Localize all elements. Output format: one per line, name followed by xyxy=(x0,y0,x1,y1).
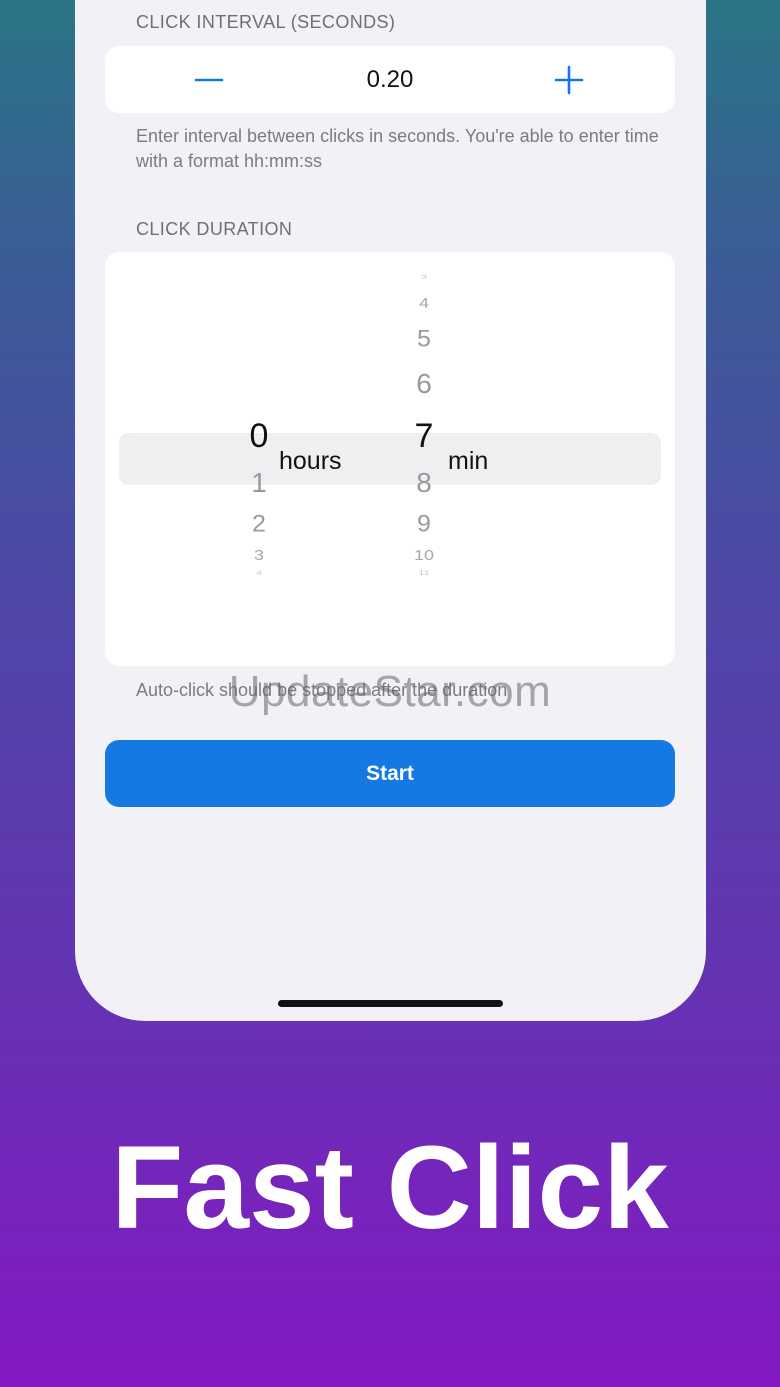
hours-option-1[interactable]: 1 xyxy=(251,469,267,497)
minutes-option-3[interactable]: 3 xyxy=(421,274,427,280)
hours-option-0[interactable]: 0 xyxy=(250,419,269,453)
click-duration-label: CLICK DURATION xyxy=(136,219,293,239)
hours-unit-label: hours xyxy=(279,447,342,475)
hours-option-2[interactable]: 2 xyxy=(252,512,266,537)
minutes-option-10[interactable]: 10 xyxy=(414,548,434,562)
plus-icon xyxy=(554,65,584,94)
minutes-option-7[interactable]: 7 xyxy=(415,419,434,453)
minutes-option-9[interactable]: 9 xyxy=(417,512,431,537)
home-indicator xyxy=(278,1000,503,1007)
hours-option-3[interactable]: 3 xyxy=(254,548,264,562)
minutes-option-4[interactable]: 4 xyxy=(419,296,429,310)
minutes-option-6[interactable]: 6 xyxy=(416,370,432,398)
interval-stepper: 0.20 xyxy=(105,46,675,113)
hours-option-4[interactable]: 4 xyxy=(256,570,262,576)
minutes-option-11[interactable]: 11 xyxy=(418,570,429,576)
minus-icon xyxy=(194,78,224,81)
phone-screen: CLICK INTERVAL (SECONDS) 0.20 Enter inte… xyxy=(75,0,706,1021)
click-interval-label: CLICK INTERVAL (SECONDS) xyxy=(136,12,396,32)
interval-help-text: Enter interval between clicks in seconds… xyxy=(136,126,659,171)
minutes-unit-label: min xyxy=(448,447,489,475)
decrement-button[interactable] xyxy=(169,46,249,113)
duration-picker[interactable]: 0 1 2 3 4 3 4 5 6 7 8 9 10 11 hours min xyxy=(105,252,675,666)
start-button[interactable]: Start xyxy=(105,740,675,807)
minutes-option-5[interactable]: 5 xyxy=(417,327,431,352)
picker-selection-highlight xyxy=(119,433,661,485)
hero-title: Fast Click xyxy=(111,1122,669,1254)
increment-button[interactable] xyxy=(529,46,609,113)
minutes-option-8[interactable]: 8 xyxy=(416,469,432,497)
duration-help-text: Auto-click should be stopped after the d… xyxy=(136,680,508,700)
